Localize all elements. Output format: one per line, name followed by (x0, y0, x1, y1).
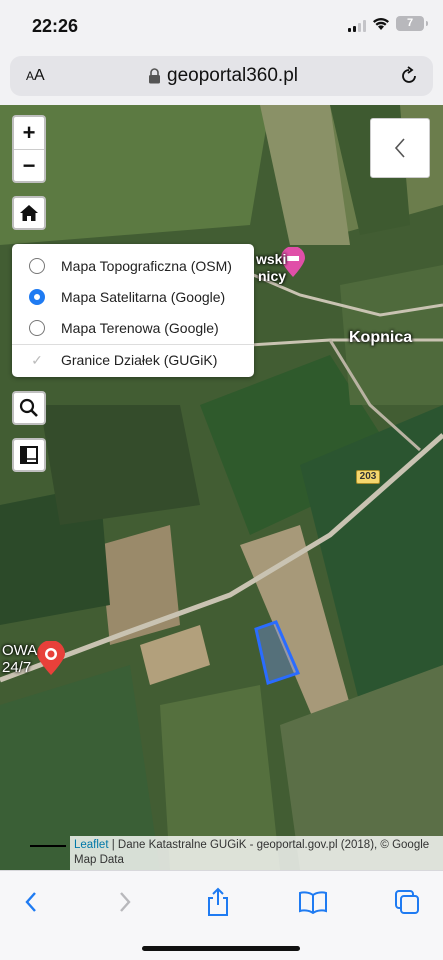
checkmark-icon[interactable]: ✓ (29, 352, 45, 368)
scale-bar (30, 845, 66, 847)
bookmarks-icon (299, 891, 327, 914)
layer-option-satellite[interactable]: Mapa Satelitarna (Google) (12, 281, 254, 312)
forward-icon (120, 892, 131, 912)
cellular-signal-icon (348, 20, 366, 32)
bookmarks-button[interactable] (296, 887, 330, 917)
share-button[interactable] (201, 887, 235, 917)
status-time: 22:26 (32, 16, 79, 36)
back-icon (25, 892, 36, 912)
panel-toggle-button[interactable] (370, 118, 430, 178)
layer-option-terrain[interactable]: Mapa Terenowa (Google) (12, 312, 254, 343)
search-button[interactable] (12, 391, 46, 425)
measure-button[interactable] (12, 438, 46, 472)
radio-osm[interactable] (29, 257, 45, 274)
zoom-in-button[interactable]: + (14, 117, 44, 149)
search-icon (19, 398, 38, 417)
layer-option-osm[interactable]: Mapa Topograficzna (OSM) (12, 250, 254, 281)
layer-option-parcels[interactable]: ✓ Granice Działek (GUGiK) (12, 344, 254, 375)
satellite-imagery (0, 105, 443, 870)
zoom-control: + − (12, 115, 46, 183)
map-view[interactable]: wski nicy Kopnica 203 OWA 24/7 (0, 105, 443, 870)
share-icon (208, 887, 228, 916)
map-attribution: Leaflet | Dane Katastralne GUGiK - geopo… (70, 836, 443, 870)
lock-icon (149, 68, 160, 84)
tabs-button[interactable] (390, 887, 424, 917)
town-label: Kopnica (349, 329, 413, 346)
zoom-out-button[interactable]: − (14, 149, 44, 181)
back-button[interactable] (14, 887, 48, 917)
home-button[interactable] (12, 196, 46, 230)
leaflet-link[interactable]: Leaflet (74, 839, 109, 851)
reload-icon[interactable] (399, 66, 419, 86)
poi-label-2: nicy (258, 268, 287, 284)
poi-label: wski (256, 251, 287, 267)
chevron-left-icon (394, 138, 405, 158)
status-bar: 22:26 7 (0, 0, 443, 52)
home-indicator (142, 946, 300, 951)
radio-terrain[interactable] (29, 319, 45, 336)
left-label-2: 24/7 (2, 659, 32, 676)
forward-button[interactable] (108, 887, 142, 917)
left-label-1: OWA (2, 642, 38, 659)
radio-satellite[interactable] (29, 288, 45, 305)
road-number-badge: 203 (356, 470, 380, 484)
location-marker-icon[interactable] (37, 641, 65, 675)
url-text[interactable]: geoportal360.pl (167, 65, 298, 87)
tabs-icon (395, 890, 419, 914)
text-size-button[interactable]: AA (26, 67, 45, 85)
ruler-icon (20, 446, 38, 464)
home-icon (20, 205, 38, 221)
battery-indicator: 7 (396, 16, 428, 31)
wifi-icon (373, 18, 389, 30)
layer-switcher: Mapa Topograficzna (OSM) Mapa Satelitarn… (12, 244, 254, 377)
url-bar[interactable]: AA geoportal360.pl (10, 56, 433, 96)
